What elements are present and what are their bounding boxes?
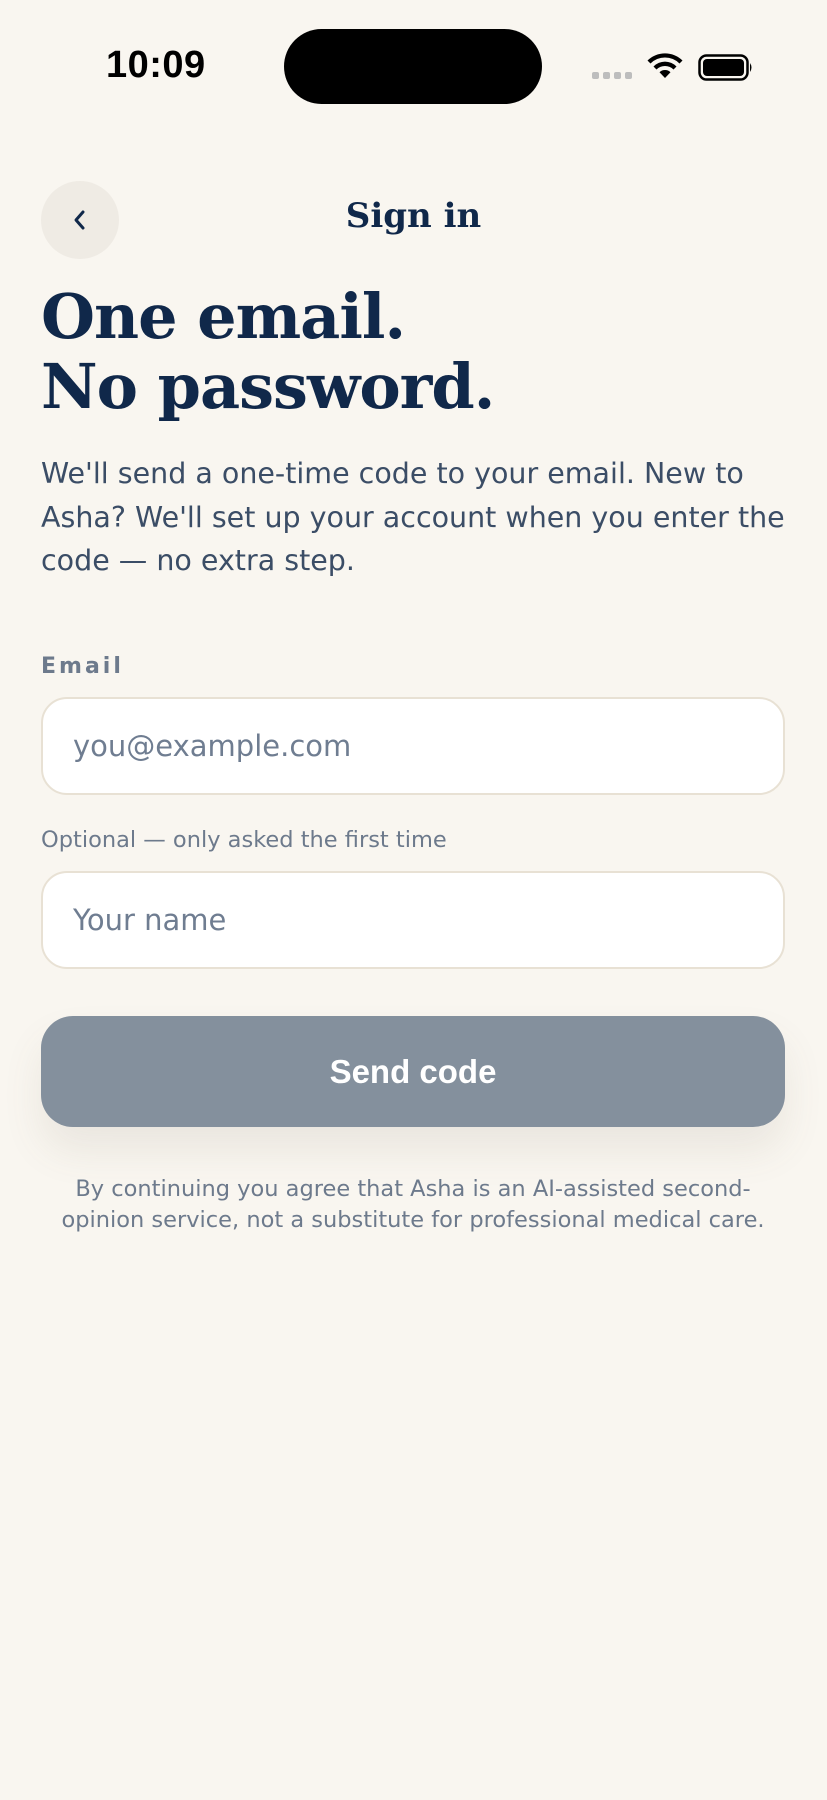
headline-line-1: One email. xyxy=(41,280,406,353)
page-title: Sign in xyxy=(345,196,482,236)
status-bar: 10:09 xyxy=(0,0,827,130)
intro-text: We'll send a one-time code to your email… xyxy=(41,457,785,577)
status-time: 10:09 xyxy=(106,44,206,86)
name-hint: Optional — only asked the first time xyxy=(41,827,447,853)
cellular-signal-icon xyxy=(592,72,632,79)
dynamic-island xyxy=(284,29,542,104)
email-field[interactable] xyxy=(41,697,785,795)
headline-line-2: No password. xyxy=(41,350,495,423)
disclaimer-text: By continuing you agree that Asha is an … xyxy=(61,1176,765,1233)
email-label: Email xyxy=(41,654,124,679)
name-field[interactable] xyxy=(41,871,785,969)
send-code-button[interactable]: Send code xyxy=(41,1016,785,1127)
headline: One email. No password. xyxy=(41,282,801,422)
wifi-icon xyxy=(647,53,683,78)
battery-icon xyxy=(698,54,752,81)
